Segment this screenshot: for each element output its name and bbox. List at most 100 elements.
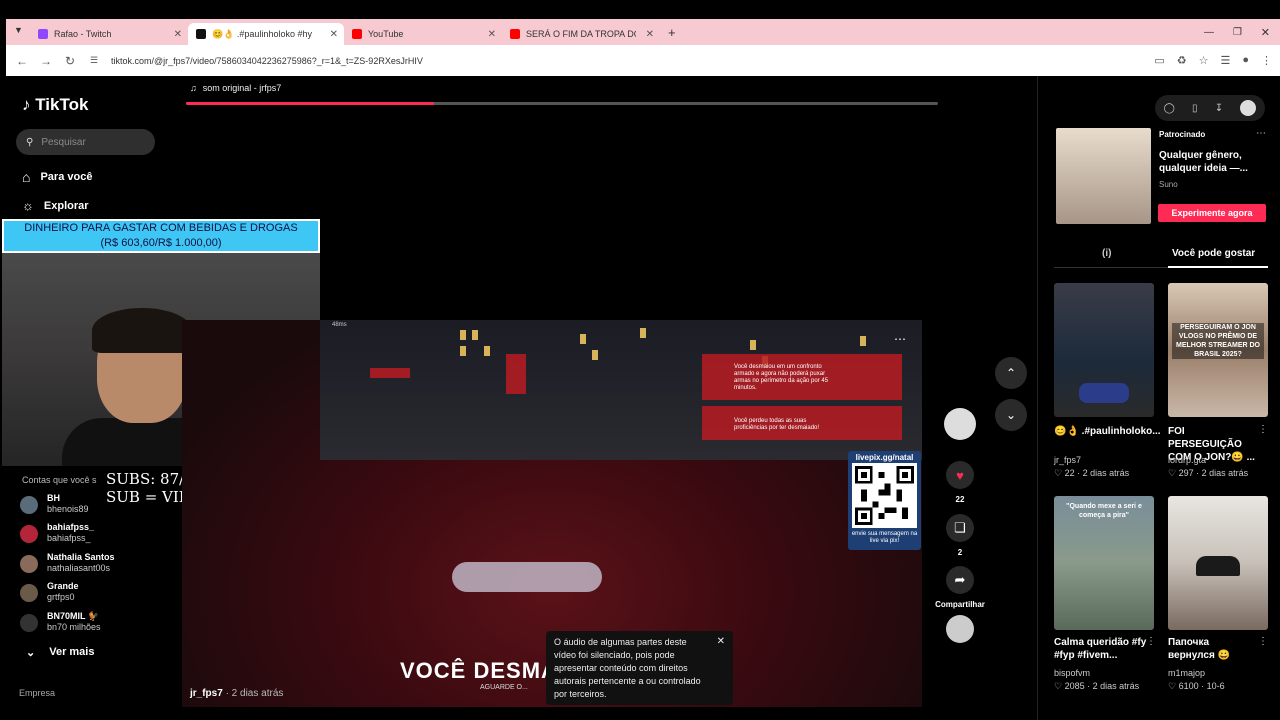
tab-title: 😊👌 .#paulinholoko #hyp bbox=[212, 28, 312, 39]
forward-icon[interactable]: → bbox=[34, 54, 58, 68]
profile-avatar[interactable] bbox=[1240, 100, 1257, 116]
next-video-button[interactable]: ⌄ bbox=[995, 399, 1027, 431]
qr-code-icon bbox=[852, 463, 917, 528]
author-avatar[interactable] bbox=[944, 408, 976, 440]
previous-video-button[interactable]: ⌃ bbox=[995, 357, 1027, 389]
search-placeholder: Pesquisar bbox=[41, 136, 86, 148]
window-light bbox=[580, 334, 586, 344]
logo-text: TikTok bbox=[35, 95, 89, 114]
compass-icon: ☼ bbox=[22, 198, 34, 213]
close-icon[interactable]: ✕ bbox=[330, 29, 338, 40]
account-item[interactable]: BN70MIL 🐓 bn70 milhões bbox=[20, 611, 101, 633]
ad-sponsored-label: Patrocinado bbox=[1159, 130, 1206, 139]
footer-company-link[interactable]: Empresa bbox=[19, 688, 55, 698]
tab-youtube-2[interactable]: SERÁ O FIM DA TROPA DO GO ✕ bbox=[502, 23, 660, 45]
tab-tiktok[interactable]: 😊👌 .#paulinholoko #hyp ✕ bbox=[188, 23, 344, 45]
window-light bbox=[860, 336, 866, 346]
extensions-icon[interactable]: ☰ bbox=[1220, 54, 1230, 67]
window-light bbox=[484, 346, 490, 356]
account-user: bn70 milhões bbox=[47, 622, 101, 632]
sound-disc-icon[interactable] bbox=[946, 615, 974, 643]
download-icon[interactable]: ↧ bbox=[1215, 103, 1223, 114]
back-icon[interactable]: ← bbox=[10, 54, 34, 68]
video-progress-fill bbox=[186, 102, 435, 105]
account-item[interactable]: Grande grtfps0 bbox=[20, 581, 79, 603]
recommended-video-thumb[interactable] bbox=[1168, 496, 1268, 630]
close-icon[interactable]: ✕ bbox=[488, 29, 496, 40]
ad-cta-button[interactable]: Experimente agora bbox=[1158, 204, 1266, 222]
account-name: BN70MIL 🐓 bbox=[47, 611, 100, 621]
card-user[interactable]: lordrp.gta bbox=[1168, 455, 1206, 465]
top-right-toolbar: ◯ ▯ ↧ bbox=[1155, 95, 1265, 121]
share-button[interactable]: ➦ bbox=[946, 566, 974, 594]
window-light bbox=[592, 350, 598, 360]
tiktok-note-icon: ♪ bbox=[22, 95, 31, 114]
recommended-video-thumb[interactable] bbox=[1054, 283, 1154, 417]
install-app-icon[interactable]: ▭ bbox=[1154, 54, 1164, 67]
profile-icon[interactable]: ● bbox=[1242, 54, 1249, 67]
ping-readout: 48ms bbox=[332, 322, 347, 328]
card-more-icon[interactable]: ⋮ bbox=[1258, 424, 1268, 435]
webcam-hair bbox=[92, 308, 192, 353]
toolbar-icons: ▭ ♻ ☆ ☰ ● ⋮ bbox=[1154, 54, 1272, 67]
window-light bbox=[750, 340, 756, 350]
tab-you-may-like[interactable]: Você pode gostar bbox=[1172, 248, 1255, 259]
sound-name: som original - jrfps7 bbox=[202, 83, 282, 93]
muted-audio-toast: ✕ O áudio de algumas partes deste vídeo … bbox=[546, 631, 733, 705]
recommended-video-thumb[interactable]: PERSEGUIRAM O JON VLOGS NO PRÊMIO DE MEL… bbox=[1168, 283, 1268, 417]
sidebar-item-for-you[interactable]: ⌂ Para você bbox=[22, 169, 92, 185]
account-item[interactable]: BH bhenois89 bbox=[20, 493, 89, 515]
game-message-1: Você desmaiou em um confronto armado e a… bbox=[734, 364, 829, 391]
account-item[interactable]: Nathalia Santos nathaliasant00s bbox=[20, 552, 115, 574]
restore-icon[interactable]: ❐ bbox=[1233, 27, 1242, 38]
sidebar-item-label: Para você bbox=[40, 171, 93, 183]
sidebar-item-explore[interactable]: ☼ Explorar bbox=[22, 198, 89, 213]
phone-icon[interactable]: ▯ bbox=[1192, 103, 1198, 114]
ad-brand: Suno bbox=[1159, 180, 1178, 189]
site-info-icon[interactable]: ☰ bbox=[82, 55, 106, 66]
search-input[interactable]: ⚲ Pesquisar bbox=[16, 129, 155, 155]
account-user: nathaliasant00s bbox=[47, 563, 111, 573]
neon-sign bbox=[506, 354, 526, 394]
new-tab-icon[interactable]: + bbox=[668, 25, 676, 40]
reload-icon[interactable]: ↻ bbox=[58, 54, 82, 68]
ad-more-icon[interactable]: ⋯ bbox=[1256, 128, 1266, 139]
recommended-video-thumb[interactable]: "Quando mexe a seri e começa a pira" bbox=[1054, 496, 1154, 630]
see-more-button[interactable]: ⌄ Ver mais bbox=[26, 646, 94, 659]
panel-divider bbox=[1037, 76, 1038, 720]
account-item[interactable]: bahiafpss_ bahiafpss_ bbox=[20, 522, 94, 544]
like-button[interactable]: ♥ bbox=[946, 461, 974, 489]
translate-icon[interactable]: ♻ bbox=[1177, 54, 1187, 67]
tiktok-logo[interactable]: ♪ TikTok bbox=[22, 95, 88, 115]
close-icon[interactable]: ✕ bbox=[646, 29, 654, 40]
save-button[interactable]: ❏ bbox=[946, 514, 974, 542]
coins-icon[interactable]: ◯ bbox=[1164, 103, 1175, 114]
tab-title: YouTube bbox=[368, 29, 404, 39]
tab-twitch[interactable]: Rafao - Twitch ✕ bbox=[30, 23, 188, 45]
tab-info[interactable]: (i) bbox=[1102, 248, 1111, 259]
close-window-icon[interactable]: ✕ bbox=[1261, 26, 1270, 39]
ad-title: Qualquer gênero, qualquer ideia —... bbox=[1159, 150, 1248, 174]
card-more-icon[interactable]: ⋮ bbox=[1146, 636, 1156, 647]
card-user[interactable]: bispofvm bbox=[1054, 668, 1090, 678]
menu-icon[interactable]: ⋮ bbox=[1261, 54, 1272, 67]
game-message-2: Você perdeu todas as suas proficiências … bbox=[734, 418, 820, 431]
sound-label[interactable]: ♫ som original - jrfps7 bbox=[190, 83, 281, 93]
card-more-icon[interactable]: ⋮ bbox=[1258, 636, 1268, 647]
like-count: 22 bbox=[955, 495, 965, 504]
url-field[interactable]: tiktok.com/@jr_fps7/video/75860340422362… bbox=[111, 56, 423, 66]
video-date: · 2 dias atrás bbox=[225, 688, 284, 699]
minimize-icon[interactable]: — bbox=[1204, 27, 1214, 38]
video-author[interactable]: jr_fps7 · 2 dias atrás bbox=[190, 688, 283, 699]
card-stats: ♡ 6100 · 10-6 bbox=[1168, 681, 1225, 691]
close-icon[interactable]: ✕ bbox=[174, 29, 182, 40]
ad-thumbnail[interactable] bbox=[1056, 128, 1151, 224]
close-icon[interactable]: ✕ bbox=[717, 635, 725, 648]
card-user[interactable]: jr_fps7 bbox=[1054, 455, 1081, 465]
more-options-icon[interactable]: ⋯ bbox=[894, 332, 906, 346]
window-light bbox=[472, 330, 478, 340]
star-icon[interactable]: ☆ bbox=[1199, 54, 1209, 67]
card-user[interactable]: m1majop bbox=[1168, 668, 1205, 678]
tab-youtube[interactable]: YouTube ✕ bbox=[344, 23, 502, 45]
tab-list-dropdown-icon[interactable]: ▼ bbox=[14, 25, 23, 35]
